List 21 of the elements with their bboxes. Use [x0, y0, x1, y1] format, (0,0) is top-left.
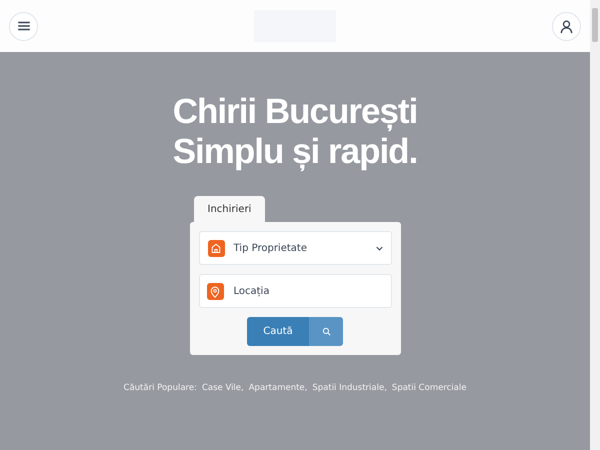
- scrollbar-thumb[interactable]: [592, 8, 598, 42]
- scrollbar[interactable]: [590, 0, 600, 450]
- popular-link[interactable]: Spatii Comerciale: [392, 383, 466, 393]
- menu-icon: [16, 19, 30, 33]
- popular-link[interactable]: Apartamente,: [248, 383, 308, 393]
- hero-title: Chirii București Simplu și rapid.: [172, 92, 418, 172]
- location-field[interactable]: Locația: [198, 274, 392, 308]
- search-icon: [322, 327, 330, 336]
- house-icon: [208, 240, 224, 256]
- search-icon-button[interactable]: [309, 317, 343, 346]
- search-button[interactable]: Caută: [247, 317, 309, 346]
- user-icon: [559, 18, 574, 34]
- popular-link[interactable]: Case Vile,: [202, 383, 244, 393]
- property-type-select[interactable]: Tip Proprietate: [198, 231, 392, 265]
- menu-button[interactable]: [9, 12, 38, 40]
- caret-icon: [376, 246, 382, 250]
- search-tab[interactable]: Inchirieri: [194, 196, 266, 222]
- account-button[interactable]: [552, 12, 581, 40]
- popular-label: Căutări Populare:: [124, 383, 197, 393]
- popular-link[interactable]: Spatii Industriale,: [312, 383, 387, 393]
- map-pin-icon: [206, 283, 224, 300]
